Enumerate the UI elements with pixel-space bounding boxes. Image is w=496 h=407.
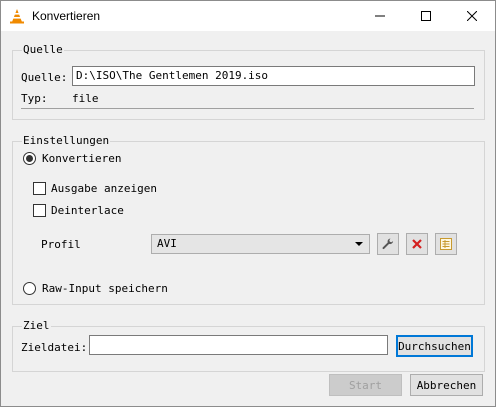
minimize-button[interactable] <box>357 1 403 31</box>
start-button-label: Start <box>348 378 383 392</box>
settings-group-title: Einstellungen <box>22 134 111 147</box>
convert-radio[interactable] <box>23 152 36 165</box>
source-group: Quelle Quelle: D:\ISO\The Gentlemen 2019… <box>12 43 485 120</box>
title-bar: Konvertieren <box>1 1 495 31</box>
close-button[interactable] <box>449 1 495 31</box>
show-output-checkbox[interactable] <box>33 182 46 195</box>
wrench-icon <box>382 238 394 250</box>
target-file-field[interactable] <box>89 335 388 355</box>
target-file-label: Zieldatei: <box>21 341 88 354</box>
type-label: Typ: <box>21 92 48 105</box>
maximize-button[interactable] <box>403 1 449 31</box>
window-title: Konvertieren <box>32 9 101 23</box>
start-button[interactable]: Start <box>329 374 402 396</box>
profile-label: Profil <box>41 238 81 251</box>
target-group: Ziel Zieldatei: Durchsuchen <box>12 319 485 372</box>
convert-label[interactable]: Konvertieren <box>42 152 121 165</box>
browse-button[interactable]: Durchsuchen <box>396 335 473 357</box>
vlc-cone-icon <box>10 9 24 24</box>
new-profile-icon <box>440 238 452 250</box>
raw-input-label[interactable]: Raw-Input speichern <box>42 282 168 295</box>
minimize-icon <box>375 15 385 17</box>
show-output-label[interactable]: Ausgabe anzeigen <box>51 182 157 195</box>
close-icon <box>467 11 477 21</box>
convert-dialog: Konvertieren Quelle Quelle: D:\ISO\The G… <box>0 0 496 407</box>
new-profile-button[interactable] <box>435 233 457 255</box>
cancel-button[interactable]: Abbrechen <box>410 374 483 396</box>
profile-select-value: AVI <box>157 237 177 250</box>
delete-profile-button[interactable] <box>406 233 428 255</box>
settings-group: Einstellungen Konvertieren Ausgabe anzei… <box>12 134 485 305</box>
chevron-down-icon <box>355 242 363 246</box>
cancel-button-label: Abbrechen <box>416 378 477 392</box>
source-separator <box>21 108 474 109</box>
deinterlace-checkbox[interactable] <box>33 204 46 217</box>
source-group-title: Quelle <box>22 43 64 56</box>
target-group-title: Ziel <box>22 319 51 332</box>
profile-select[interactable]: AVI <box>151 234 370 254</box>
browse-button-label: Durchsuchen <box>398 339 471 353</box>
raw-input-radio[interactable] <box>23 282 36 295</box>
delete-x-icon <box>412 239 422 249</box>
source-label: Quelle: <box>21 71 68 84</box>
deinterlace-label[interactable]: Deinterlace <box>51 204 124 217</box>
maximize-icon <box>421 11 431 21</box>
source-field[interactable]: D:\ISO\The Gentlemen 2019.iso <box>72 66 475 86</box>
type-value: file <box>72 92 99 105</box>
edit-profile-button[interactable] <box>377 233 399 255</box>
